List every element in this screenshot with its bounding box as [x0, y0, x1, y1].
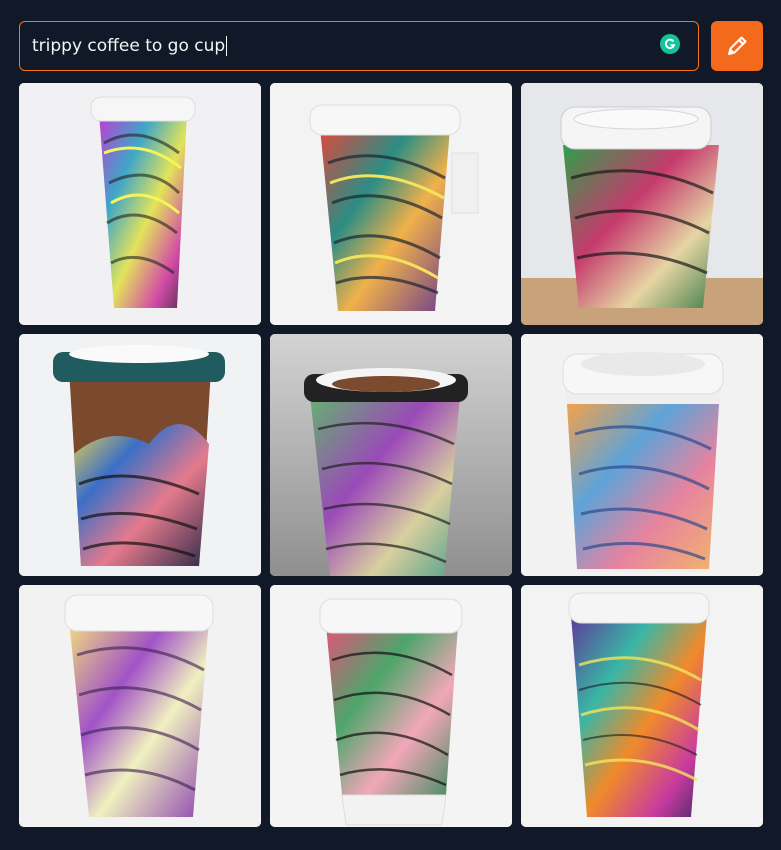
generated-image-7[interactable]	[19, 585, 261, 827]
coffee-cup-image	[521, 334, 763, 576]
coffee-cup-image	[521, 83, 763, 325]
draw-button[interactable]	[711, 21, 763, 71]
pencil-icon	[728, 36, 747, 55]
generated-image-5[interactable]	[270, 334, 512, 576]
coffee-cup-image	[19, 334, 261, 576]
generated-image-9[interactable]	[521, 585, 763, 827]
coffee-cup-image	[270, 83, 512, 325]
generated-image-1[interactable]	[19, 83, 261, 325]
prompt-text: trippy coffee to go cup	[32, 36, 226, 56]
generated-image-6[interactable]	[521, 334, 763, 576]
generated-image-2[interactable]	[270, 83, 512, 325]
grammarly-icon[interactable]	[660, 34, 680, 54]
generated-image-8[interactable]	[270, 585, 512, 827]
text-caret	[226, 36, 228, 56]
coffee-cup-image	[19, 585, 261, 827]
coffee-cup-image	[19, 83, 261, 325]
prompt-input[interactable]: trippy coffee to go cup	[19, 21, 699, 71]
coffee-cup-image	[270, 585, 512, 827]
coffee-cup-image	[521, 585, 763, 827]
image-grid	[19, 83, 763, 827]
generated-image-4[interactable]	[19, 334, 261, 576]
generated-image-3[interactable]	[521, 83, 763, 325]
coffee-cup-image	[270, 334, 512, 576]
